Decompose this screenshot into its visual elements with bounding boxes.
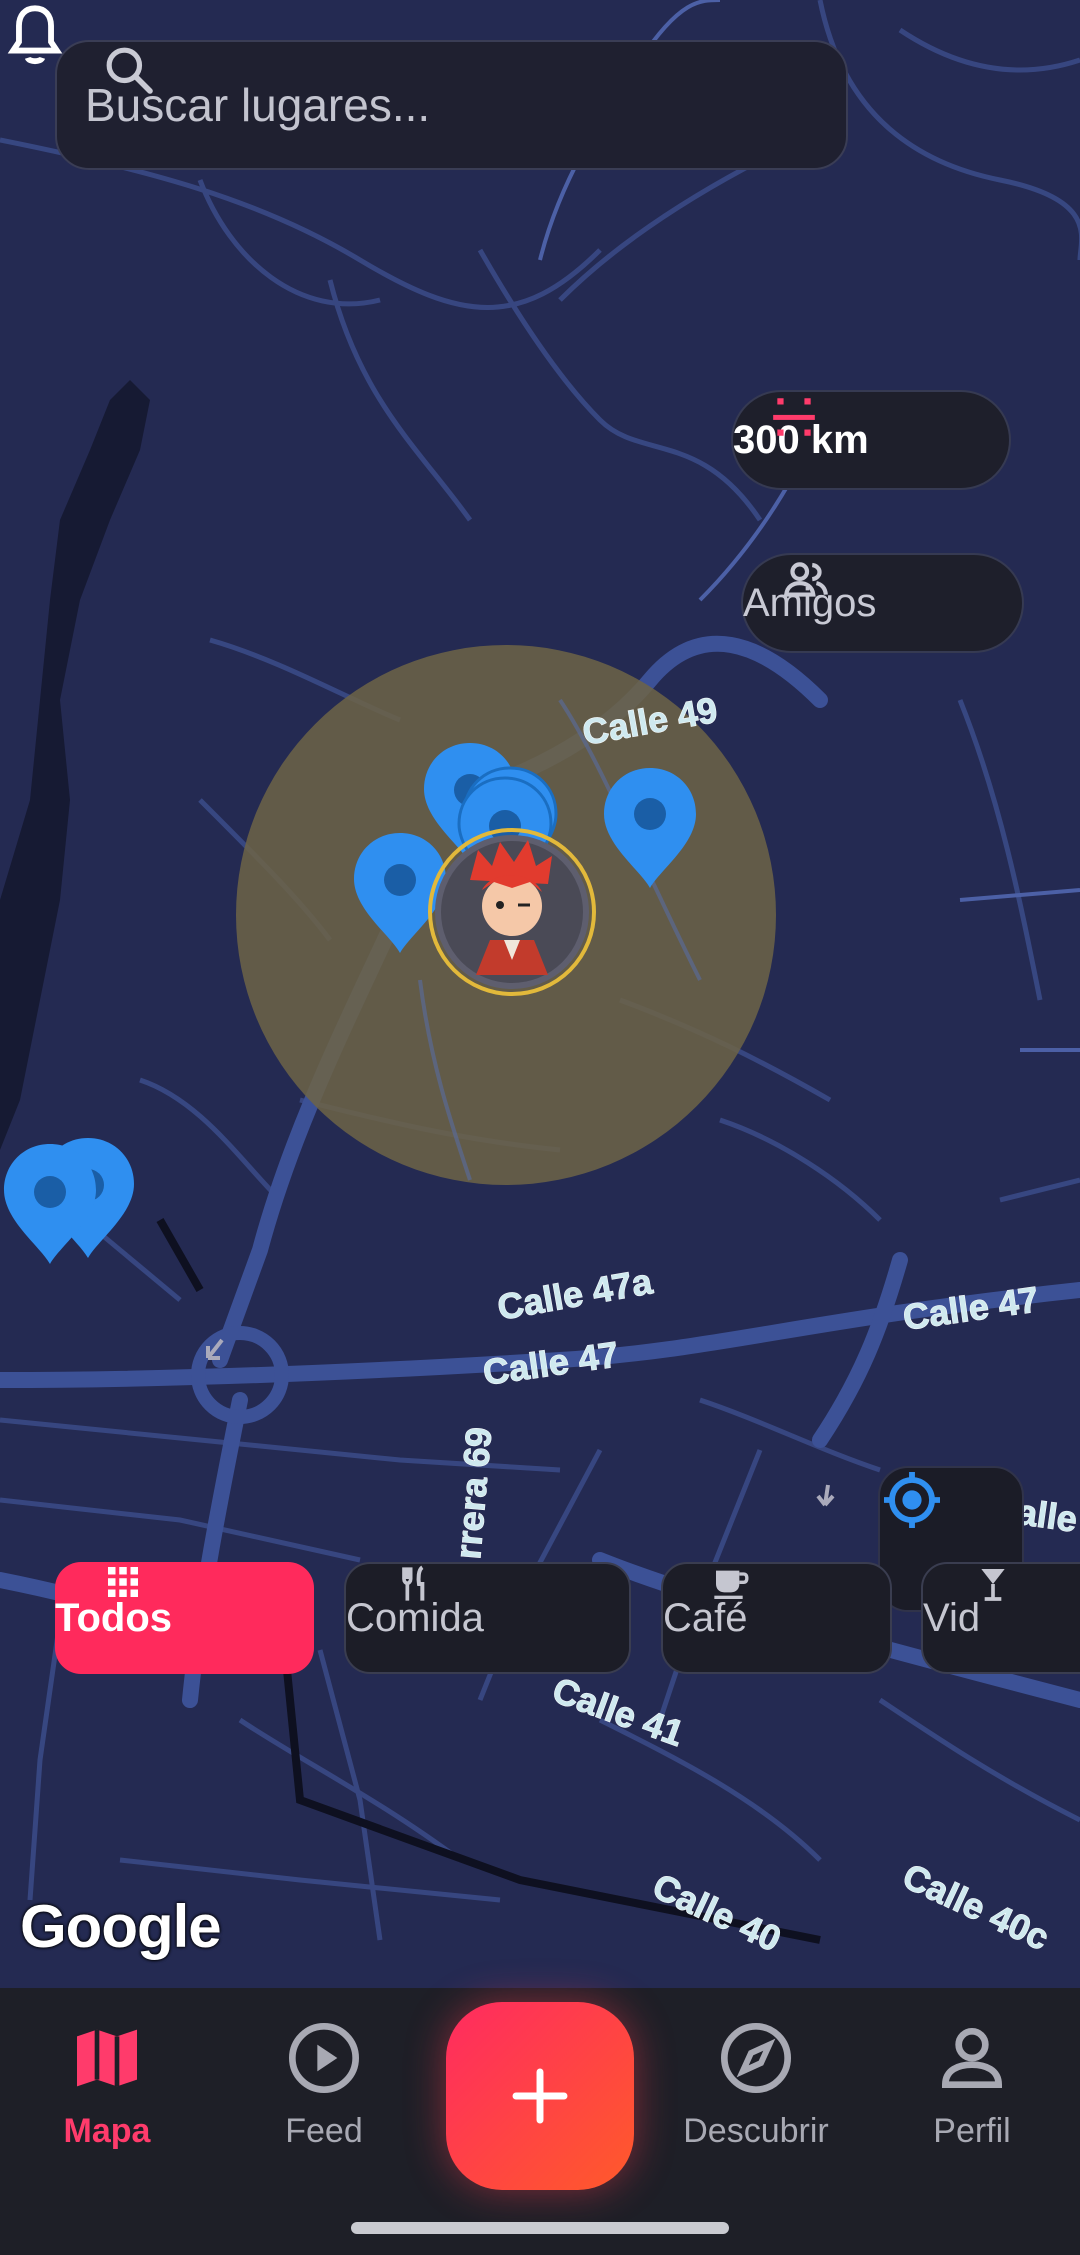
category-chip-vida[interactable]: Vid [921,1562,1080,1674]
nav-label: Perfil [933,2112,1011,2150]
home-indicator [351,2222,729,2234]
nav-item-mapa[interactable]: Mapa [22,2018,192,2151]
compass-icon [721,2023,791,2093]
search-input[interactable] [83,77,687,133]
category-label: Vid [923,1595,981,1640]
user-avatar-marker[interactable] [428,828,596,996]
nav-label: Feed [285,2112,363,2150]
radius-icon [773,398,815,436]
nav-item-perfil[interactable]: Perfil [887,2018,1057,2151]
category-label: Todos [55,1595,173,1640]
radius-filter-button[interactable]: 300 km [731,390,1011,490]
add-button[interactable] [446,2002,634,2190]
coffee-icon [714,1570,749,1599]
person-icon [941,2028,1003,2088]
nav-label: Descubrir [683,2112,829,2150]
nav-item-descubrir[interactable]: Descubrir [671,2018,841,2151]
wine-glass-icon [981,1569,1005,1601]
google-logo: Google [20,1893,222,1960]
utensils-icon [402,1565,425,1601]
nav-item-feed[interactable]: Feed [239,2018,409,2151]
bell-icon[interactable] [0,0,70,72]
people-icon [783,562,828,597]
nav-label: Mapa [63,2112,151,2150]
friends-filter-button[interactable]: Amigos [741,553,1024,653]
play-circle-icon [289,2023,359,2093]
category-chip-todos[interactable]: Todos [55,1562,314,1674]
grid-icon [108,1567,138,1597]
map-view[interactable]: Calle 49 Calle 47a Calle 47 Calle 47 Cal… [0,0,1080,1988]
category-chip-cafe[interactable]: Café [661,1562,892,1674]
search-icon [106,47,153,94]
place-pin[interactable] [604,768,696,888]
search-bar[interactable] [55,40,848,170]
crosshair-icon [884,1472,940,1528]
map-icon [77,2029,137,2087]
map-pins [4,743,696,1264]
plus-icon [512,2068,568,2124]
category-chip-comida[interactable]: Comida [344,1562,631,1674]
